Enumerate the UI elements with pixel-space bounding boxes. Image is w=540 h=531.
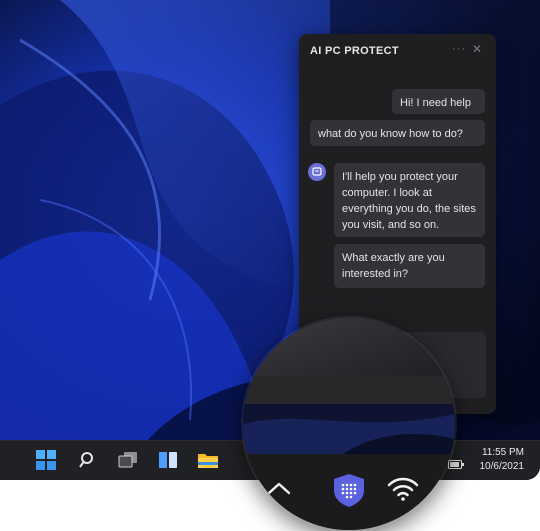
bot-message: I'll help you protect your computer. I l… [334, 163, 485, 237]
zoomed-input-edge [243, 376, 455, 404]
windows-start-icon[interactable] [34, 448, 58, 472]
zoomed-wallpaper [243, 404, 455, 454]
tray-zoom-lens [243, 318, 455, 530]
wifi-icon[interactable] [386, 475, 420, 508]
bot-message: What exactly are you interested in? [334, 244, 485, 288]
message-text: Hi! I need help [400, 97, 471, 109]
clock-date: 10/6/2021 [479, 461, 525, 472]
zoomed-panel-area [243, 318, 455, 378]
chevron-up-icon[interactable] [267, 480, 291, 501]
message-text: what do you know how to do? [318, 128, 463, 140]
message-text: What exactly are you interested in? [342, 252, 445, 280]
message-text: I'll help you protect your computer. I l… [342, 171, 476, 231]
panel-title: AI PC PROTECT [310, 45, 399, 57]
bot-avatar [308, 163, 326, 181]
system-clock[interactable]: 11:55 PM 10/6/2021 [480, 446, 525, 474]
more-icon[interactable]: ··· [452, 43, 466, 55]
shield-icon[interactable] [331, 472, 367, 513]
user-message: Hi! I need help [392, 89, 485, 114]
task-view-icon[interactable] [116, 448, 140, 472]
user-message: what do you know how to do? [310, 120, 485, 146]
clock-time: 11:55 PM [481, 447, 524, 458]
search-icon[interactable] [76, 448, 100, 472]
widgets-icon[interactable] [156, 448, 180, 472]
close-icon[interactable]: ✕ [472, 42, 482, 56]
file-explorer-icon[interactable] [196, 448, 220, 472]
